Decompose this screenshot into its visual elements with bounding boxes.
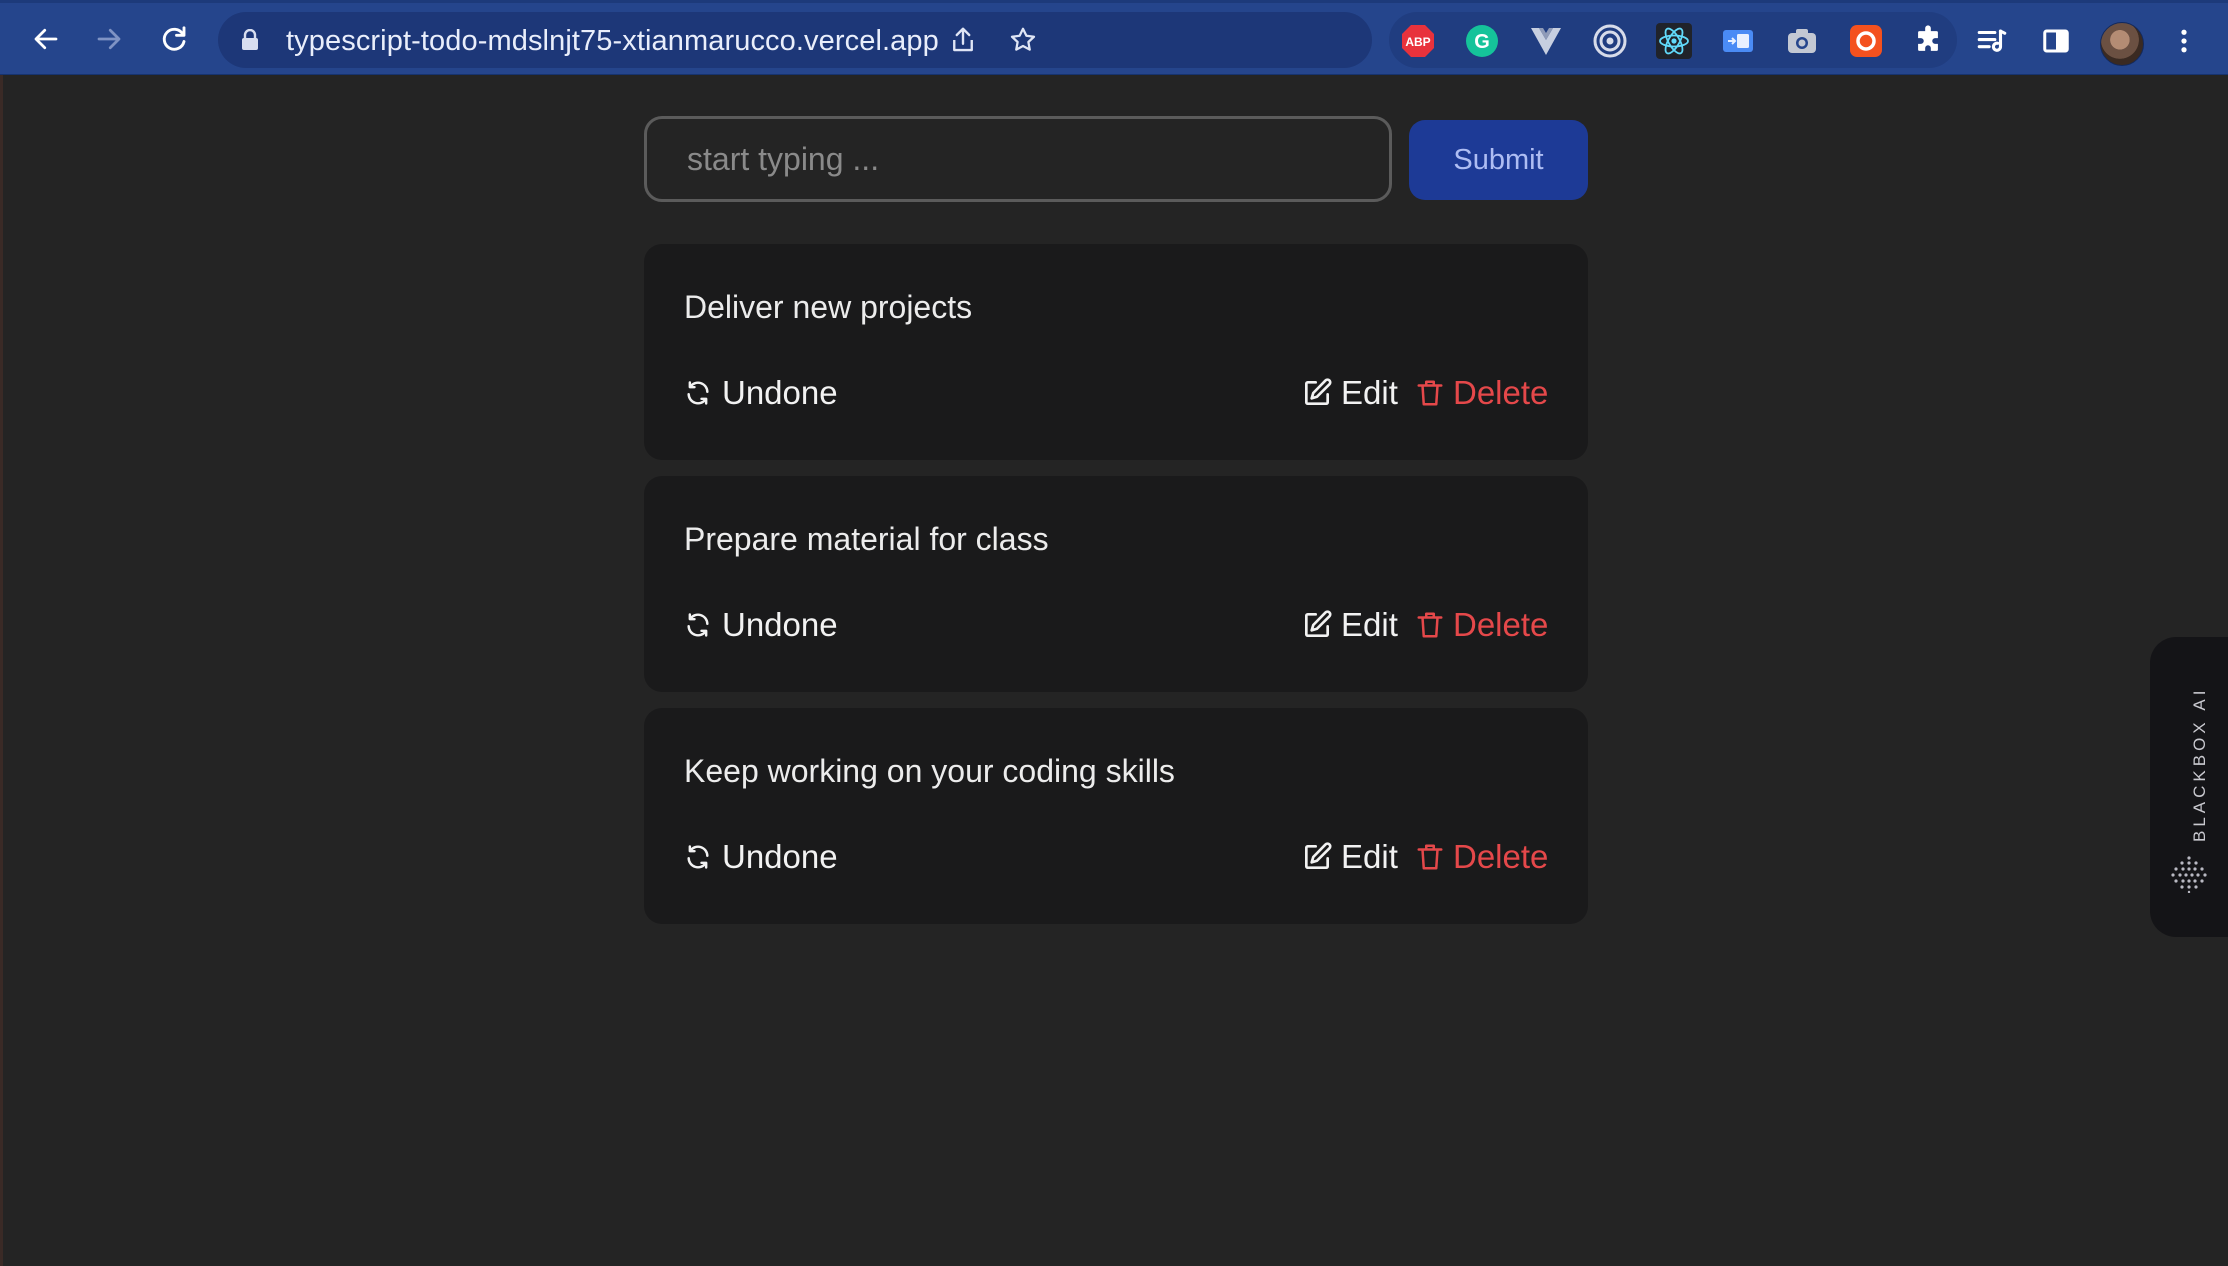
blackbox-ai-label: BLACKBOX AI [2190,686,2209,843]
url-text: typescript-todo-mdslnjt75-xtianmarucco.v… [286,25,939,57]
svg-text:G: G [1474,31,1490,53]
undone-label: Undone [722,606,838,643]
edit-label: Edit [1341,374,1398,411]
arrow-right-icon [97,28,121,50]
grammarly-extension-icon[interactable]: G [1464,23,1500,59]
edit-button[interactable]: Edit [1301,838,1398,876]
edit-button[interactable]: Edit [1301,374,1398,412]
todo-title: Prepare material for class [684,521,1049,557]
todo-title: Deliver new projects [684,289,973,325]
undone-label: Undone [722,838,838,875]
lock-icon [242,29,258,50]
trash-icon [1417,612,1443,638]
window-edge [0,75,3,1266]
todo-title: Keep working on your coding skills [684,753,1175,789]
refresh-icon [687,613,709,637]
undone-button[interactable]: Undone [684,374,838,412]
dots-logo-icon [2171,856,2207,893]
undone-label: Undone [722,374,838,411]
todo-card: Deliver new projects Undone Edit Delete [644,244,1588,460]
forward-button[interactable] [89,19,129,59]
edit-icon [1305,378,1332,405]
refresh-icon [687,381,709,405]
edit-icon [1305,842,1332,869]
delete-label: Delete [1453,374,1549,411]
submit-button[interactable]: Submit [1409,120,1588,200]
puzzle-extensions-icon[interactable] [1910,23,1946,59]
delete-label: Delete [1453,606,1549,643]
adblock-plus-extension-icon[interactable]: ABP [1400,23,1436,59]
arrow-left-icon [34,28,58,50]
reload-icon [162,26,186,51]
red-extension-icon[interactable] [1848,23,1884,59]
delete-button[interactable]: Delete [1415,606,1548,644]
todo-card: Prepare material for class Undone Edit D… [644,476,1588,692]
edit-icon [1305,610,1332,637]
delete-label: Delete [1453,838,1549,875]
reload-button[interactable] [154,19,194,59]
address-bar[interactable]: typescript-todo-mdslnjt75-xtianmarucco.v… [218,12,1372,68]
side-panel-icon[interactable] [2038,23,2074,59]
refresh-icon [687,845,709,869]
share-icon[interactable] [948,25,978,55]
back-button[interactable] [26,19,66,59]
bookmark-star-icon[interactable] [1008,25,1038,55]
svg-text:ABP: ABP [1405,35,1430,49]
delete-button[interactable]: Delete [1415,374,1548,412]
todo-card: Keep working on your coding skills Undon… [644,708,1588,924]
todo-input[interactable] [644,116,1392,202]
blackbox-ai-tab[interactable]: BLACKBOX AI [2150,637,2228,937]
vue-devtools-extension-icon[interactable] [1528,23,1564,59]
edit-label: Edit [1341,838,1398,875]
camera-extension-icon[interactable] [1784,23,1820,59]
edit-label: Edit [1341,606,1398,643]
target-extension-icon[interactable] [1592,23,1628,59]
more-menu-icon[interactable] [2166,23,2202,59]
react-devtools-extension-icon[interactable] [1656,23,1692,59]
undone-button[interactable]: Undone [684,838,838,876]
delete-button[interactable]: Delete [1415,838,1548,876]
trash-icon [1417,380,1443,406]
trash-icon [1417,844,1443,870]
undone-button[interactable]: Undone [684,606,838,644]
window-extension-icon[interactable] [1720,23,1756,59]
media-queue-icon[interactable] [1974,23,2010,59]
profile-avatar[interactable] [2100,22,2144,66]
browser-toolbar: typescript-todo-mdslnjt75-xtianmarucco.v… [0,0,2228,75]
edit-button[interactable]: Edit [1301,606,1398,644]
